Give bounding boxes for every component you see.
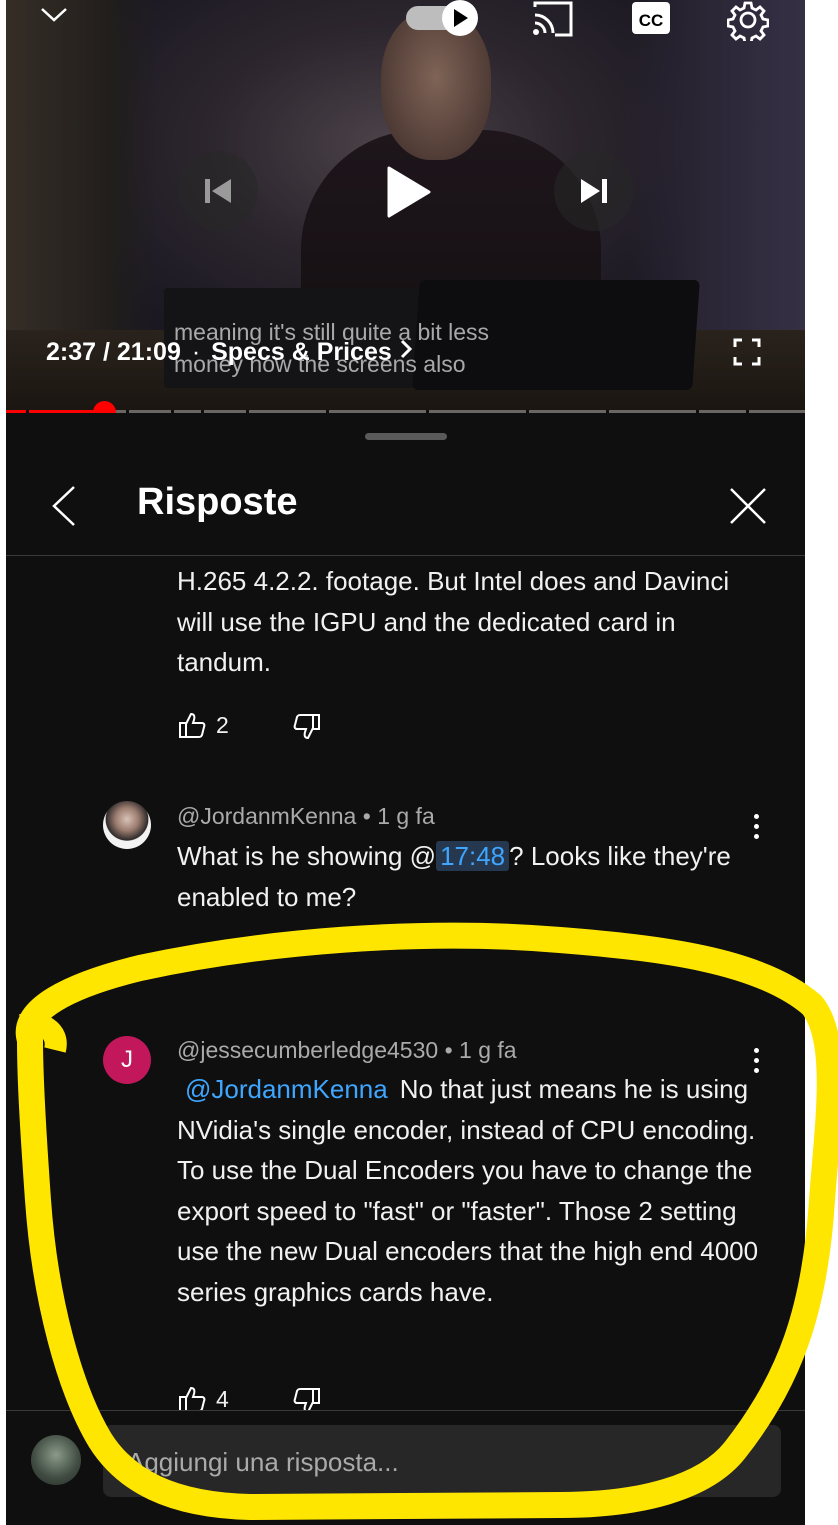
app-frame: CC meaning it's still quite a bit less m… [6,0,805,1525]
meta-dot: • [444,1037,460,1063]
comment-text: What is he showing @17:48? Looks like th… [177,836,767,917]
dislike-button[interactable] [293,713,321,741]
like-count: 4 [216,1385,229,1412]
comment-text: @JordanmKenna No that just means he is us… [177,1069,767,1313]
chapter-separator: · [191,338,201,366]
comment-author[interactable]: @jessecumberledge4530 [177,1037,438,1063]
mention-link[interactable]: @JordanmKenna [185,1074,388,1104]
like-button[interactable]: 4 [178,1385,229,1413]
comment-text: H.265 4.2.2. footage. But Intel does and… [177,566,730,678]
cc-icon[interactable]: CC [630,0,672,36]
close-icon[interactable] [725,483,771,529]
like-count: 2 [216,711,229,738]
thumbs-down-icon [293,714,320,740]
avatar[interactable]: J [103,1036,151,1084]
avatar[interactable] [103,801,151,849]
comment-text-part: No that just means he is using NVidia's … [177,1074,759,1307]
user-avatar[interactable] [31,1435,81,1485]
time-display[interactable]: 2:37 / 21:09 · Specs & Prices [46,338,413,367]
comment-author[interactable]: @JordanmKenna [177,803,356,829]
reply-input[interactable] [125,1425,769,1499]
like-button[interactable]: 2 [178,711,229,739]
previous-icon[interactable] [178,151,258,231]
comment-text-part: What is he showing @ [177,841,437,871]
progress-played [6,410,104,413]
thumbs-up-icon [179,712,206,738]
panel-header: Risposte [6,469,805,556]
current-time: 2:37 [46,338,97,366]
duration: 21:09 [116,338,181,366]
cast-icon[interactable] [530,0,576,38]
svg-text:CC: CC [639,11,664,30]
back-arrow-icon[interactable] [44,483,84,529]
meta-dot: • [362,803,378,829]
time-separator: / [103,338,117,366]
chevron-right-icon [399,338,413,366]
comment-meta: @JordanmKenna • 1 g fa [177,803,435,830]
comment-age: 1 g fa [377,803,435,829]
video-player[interactable]: CC meaning it's still quite a bit less m… [6,0,805,413]
panel-title: Risposte [137,481,298,523]
reply-bar [6,1410,805,1525]
comment-age: 1 g fa [459,1037,517,1063]
gear-icon[interactable] [725,0,771,41]
chapter-title[interactable]: Specs & Prices [211,338,392,366]
progress-bar[interactable] [6,401,805,413]
replies-panel: Risposte H.265 4.2.2. footage. But Intel… [6,419,805,1525]
reply-input-box[interactable] [103,1425,781,1499]
autoplay-toggle-icon[interactable] [404,0,482,36]
next-icon[interactable] [554,151,634,231]
play-icon[interactable] [366,150,450,234]
drag-handle[interactable] [365,433,447,440]
fullscreen-icon[interactable] [730,336,764,368]
timestamp-link[interactable]: 17:48 [436,841,510,871]
thumbs-up-icon [179,1386,206,1412]
comment-meta: @jessecumberledge4530 • 1 g fa [177,1037,517,1064]
chevron-down-icon[interactable] [36,0,72,30]
